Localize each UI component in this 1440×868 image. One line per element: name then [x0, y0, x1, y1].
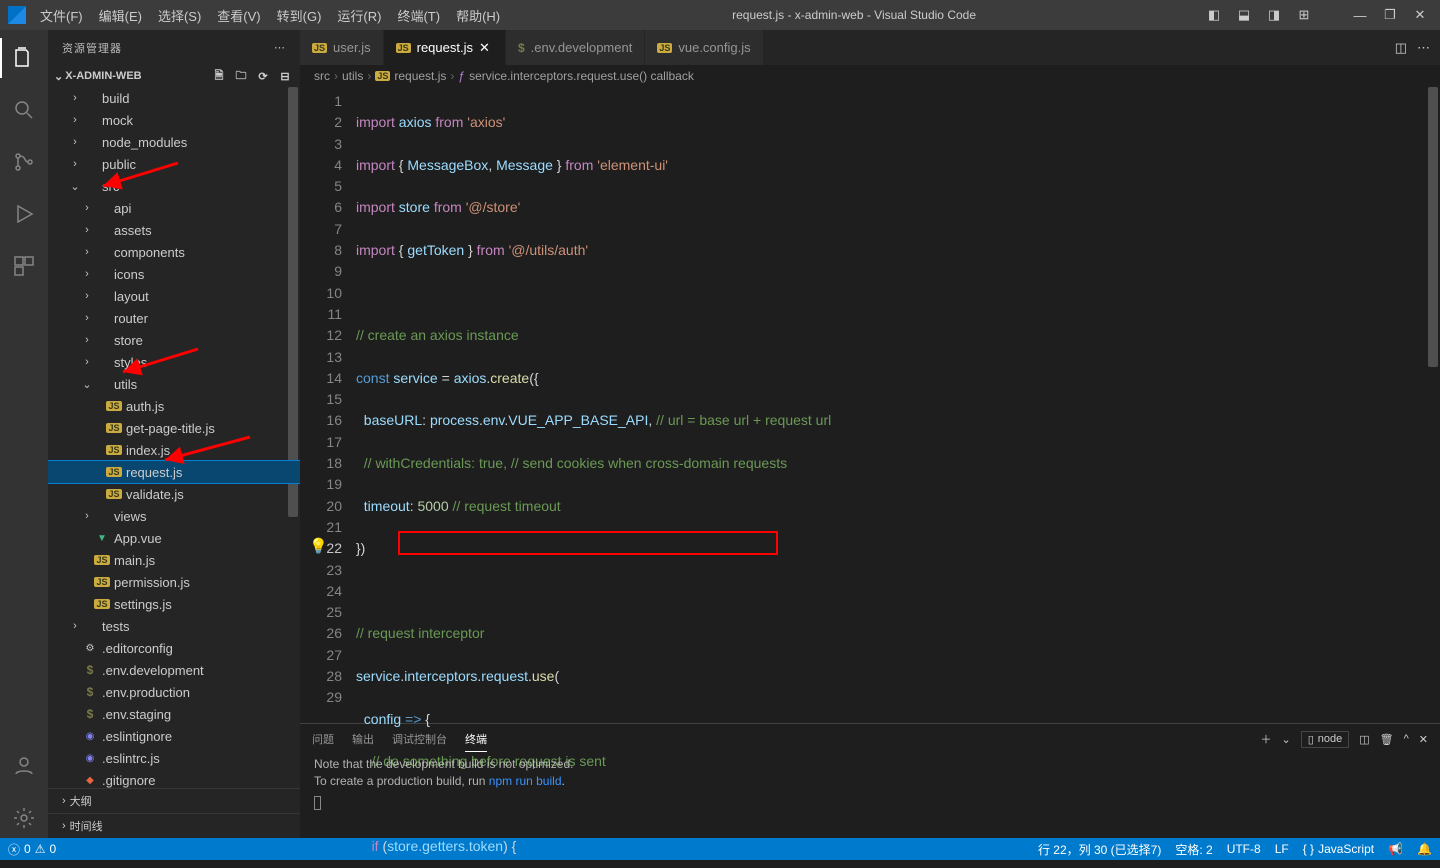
tree-folder[interactable]: ›router	[48, 307, 300, 329]
tree-file[interactable]: $.env.staging	[48, 703, 300, 725]
menu-run[interactable]: 运行(R)	[331, 4, 387, 27]
file-tree: ›build›mock›node_modules›public⌄src›api›…	[48, 87, 300, 788]
editor-tab[interactable]: JSvue.config.js	[645, 30, 763, 65]
menu-terminal[interactable]: 终端(T)	[391, 4, 446, 27]
tree-folder[interactable]: ›public	[48, 153, 300, 175]
new-file-icon[interactable]: 🗎	[210, 67, 228, 85]
timeline-section[interactable]: ›时间线	[48, 813, 300, 838]
breadcrumb[interactable]: src› utils› JSrequest.js› ƒservice.inter…	[300, 65, 1440, 87]
tree-folder[interactable]: ›build	[48, 87, 300, 109]
tree-folder[interactable]: ›store	[48, 329, 300, 351]
tree-file[interactable]: JSget-page-title.js	[48, 417, 300, 439]
layout-panel-left-icon[interactable]: ◧	[1202, 3, 1226, 27]
menu-goto[interactable]: 转到(G)	[271, 4, 328, 27]
tree-folder[interactable]: ›layout	[48, 285, 300, 307]
window-title: request.js - x-admin-web - Visual Studio…	[506, 8, 1202, 22]
activity-bar	[0, 30, 48, 838]
close-window-icon[interactable]: ✕	[1408, 3, 1432, 27]
tree-folder[interactable]: ›tests	[48, 615, 300, 637]
run-debug-icon[interactable]	[0, 194, 48, 234]
lightbulb-icon[interactable]: 💡	[309, 536, 328, 557]
new-folder-icon[interactable]: 🗀	[232, 67, 250, 85]
split-editor-icon[interactable]: ◫	[1395, 40, 1407, 56]
editor-tab[interactable]: JSrequest.js✕	[384, 30, 506, 65]
settings-gear-icon[interactable]	[0, 798, 48, 838]
title-bar: 文件(F) 编辑(E) 选择(S) 查看(V) 转到(G) 运行(R) 终端(T…	[0, 0, 1440, 30]
editor-tab[interactable]: $.env.development	[506, 30, 645, 65]
menu-select[interactable]: 选择(S)	[152, 4, 207, 27]
editor-scrollbar[interactable]	[1428, 87, 1438, 367]
editor-area: JSuser.jsJSrequest.js✕$.env.developmentJ…	[300, 30, 1440, 838]
tab-problems[interactable]: 问题	[312, 727, 334, 751]
tree-folder[interactable]: ›api	[48, 197, 300, 219]
window-controls: ◧ ⬓ ◨ ⊞ — ❐ ✕	[1202, 3, 1432, 27]
search-icon[interactable]	[0, 90, 48, 130]
maximize-icon[interactable]: ❐	[1378, 3, 1402, 27]
tree-file[interactable]: ◆.gitignore	[48, 769, 300, 788]
highlight-annotation	[398, 531, 778, 555]
tree-file[interactable]: ▼App.vue	[48, 527, 300, 549]
tree-folder[interactable]: ⌄src	[48, 175, 300, 197]
menu-edit[interactable]: 编辑(E)	[93, 4, 148, 27]
tree-folder[interactable]: ›views	[48, 505, 300, 527]
project-header[interactable]: ⌄ X-ADMIN-WEB 🗎 🗀 ⟳ ⊟	[48, 65, 300, 87]
refresh-icon[interactable]: ⟳	[254, 67, 272, 85]
tree-file[interactable]: ⚙.editorconfig	[48, 637, 300, 659]
minimize-icon[interactable]: —	[1348, 3, 1372, 27]
explorer-title: 资源管理器	[62, 40, 122, 56]
tree-file[interactable]: JSvalidate.js	[48, 483, 300, 505]
tree-file[interactable]: $.env.production	[48, 681, 300, 703]
collapse-icon[interactable]: ⊟	[276, 67, 294, 85]
tree-file[interactable]: $.env.development	[48, 659, 300, 681]
tree-folder[interactable]: ›components	[48, 241, 300, 263]
accounts-icon[interactable]	[0, 746, 48, 786]
status-errors[interactable]: ⓧ 0 ⚠ 0	[8, 841, 56, 858]
tree-file[interactable]: ◉.eslintrc.js	[48, 747, 300, 769]
layout-panel-bottom-icon[interactable]: ⬓	[1232, 3, 1256, 27]
tree-folder[interactable]: ›node_modules	[48, 131, 300, 153]
tree-file[interactable]: JSsettings.js	[48, 593, 300, 615]
vscode-logo-icon	[8, 6, 26, 24]
sidebar-explorer: 资源管理器 ⋯ ⌄ X-ADMIN-WEB 🗎 🗀 ⟳ ⊟ ›build›moc…	[48, 30, 300, 838]
tree-folder[interactable]: ›mock	[48, 109, 300, 131]
tree-file[interactable]: JSrequest.js	[48, 461, 300, 483]
more-icon[interactable]: ⋯	[274, 41, 286, 54]
tree-file[interactable]: JSauth.js	[48, 395, 300, 417]
layout-panel-right-icon[interactable]: ◨	[1262, 3, 1286, 27]
tree-folder[interactable]: ⌄utils	[48, 373, 300, 395]
layout-grid-icon[interactable]: ⊞	[1292, 3, 1316, 27]
tree-folder[interactable]: ›icons	[48, 263, 300, 285]
tree-file[interactable]: ◉.eslintignore	[48, 725, 300, 747]
menu-view[interactable]: 查看(V)	[211, 4, 266, 27]
outline-section[interactable]: ›大纲	[48, 788, 300, 813]
editor[interactable]: 1234567891011121314151617181920212223242…	[300, 87, 1440, 723]
extensions-icon[interactable]	[0, 246, 48, 286]
tree-file[interactable]: JSindex.js	[48, 439, 300, 461]
menu-file[interactable]: 文件(F)	[34, 4, 89, 27]
close-tab-icon[interactable]: ✕	[479, 40, 493, 56]
editor-tab[interactable]: JSuser.js	[300, 30, 384, 65]
tree-file[interactable]: JSpermission.js	[48, 571, 300, 593]
tree-folder[interactable]: ›styles	[48, 351, 300, 373]
explorer-icon[interactable]	[0, 38, 48, 78]
tree-folder[interactable]: ›assets	[48, 219, 300, 241]
tree-file[interactable]: JSmain.js	[48, 549, 300, 571]
editor-tabs: JSuser.jsJSrequest.js✕$.env.developmentJ…	[300, 30, 1440, 65]
tab-more-icon[interactable]: ⋯	[1417, 40, 1430, 56]
menu-bar: 文件(F) 编辑(E) 选择(S) 查看(V) 转到(G) 运行(R) 终端(T…	[34, 4, 506, 27]
source-control-icon[interactable]	[0, 142, 48, 182]
menu-help[interactable]: 帮助(H)	[450, 4, 506, 27]
